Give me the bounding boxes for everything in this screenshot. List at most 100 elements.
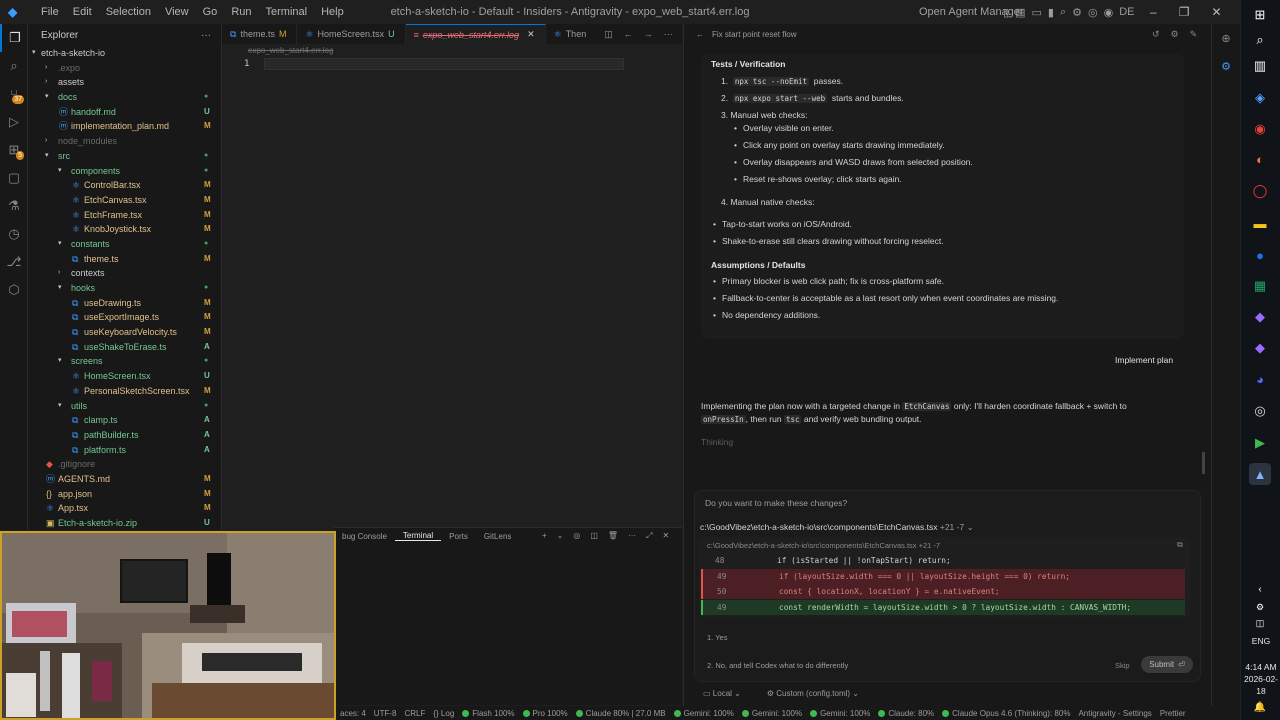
file-row[interactable]: ⧉ useExportImage.ts M <box>28 310 221 325</box>
run-debug-icon[interactable]: ▷ <box>0 108 28 136</box>
skip-button[interactable]: Skip <box>1115 661 1130 670</box>
option-no[interactable]: 2. No, and tell Codex what to do differe… <box>707 661 848 670</box>
file-row[interactable]: ⧉ theme.ts M <box>28 252 221 267</box>
gitlens-icon[interactable]: ⎇ <box>0 248 28 276</box>
close-icon[interactable]: ✕ <box>1211 5 1221 19</box>
layout-icon[interactable]: ▤ <box>1015 6 1025 19</box>
timeline-icon[interactable]: ◷ <box>0 220 28 248</box>
file-row[interactable]: ◆ .gitignore <box>28 457 221 472</box>
back-icon[interactable]: ← <box>696 30 704 39</box>
file-row[interactable]: ⚛ App.tsx M <box>28 501 221 516</box>
copilot-icon[interactable]: ◎ <box>1088 6 1098 19</box>
new-agent-icon[interactable]: ⊕ <box>1212 28 1240 48</box>
file-row[interactable]: ⓜ handoff.md U <box>28 105 221 120</box>
status-quota-flash[interactable]: Flash 100% <box>458 709 518 718</box>
changed-file-path[interactable]: c:\GoodVibez\etch-a-sketch-io\src\compon… <box>700 522 974 533</box>
file-row[interactable]: ⧉ useKeyboardVelocity.ts M <box>28 325 221 340</box>
file-row[interactable]: ⚛ PersonalSketchScreen.tsx M <box>28 384 221 399</box>
agent-icon[interactable]: ⚙ <box>1212 56 1240 76</box>
tab-expo-web-start4-log[interactable]: ≡ expo_web_start4.err.log ✕ <box>405 24 546 44</box>
file-row[interactable]: ⚛ KnobJoystick.tsx M <box>28 222 221 237</box>
tab-homescreen-tsx[interactable]: ⚛ HomeScreen.tsx U <box>297 24 406 44</box>
obsidian-2-icon[interactable]: ◆ <box>1249 337 1271 359</box>
file-row[interactable]: ⧉ platform.ts A <box>28 443 221 458</box>
file-row[interactable]: ⚛ ControlBar.tsx M <box>28 178 221 193</box>
config-selector[interactable]: ⚙ Custom (config.toml) ⌄ <box>767 689 859 698</box>
status-quota-claude[interactable]: Claude 80% | 27.0 MB <box>572 709 670 718</box>
status-gemini-2[interactable]: Gemini: 100% <box>738 709 806 718</box>
status-prettier[interactable]: Prettier <box>1156 709 1190 718</box>
tab-terminal[interactable]: Terminal <box>394 531 442 541</box>
folder-row[interactable]: ▾ components ● <box>28 164 221 179</box>
more-actions-icon[interactable]: ··· <box>664 29 673 39</box>
opera-icon[interactable]: ◯ <box>1249 180 1271 202</box>
option-yes[interactable]: 1. Yes <box>707 633 727 642</box>
status-claude[interactable]: Claude: 80% <box>874 709 938 718</box>
status-gemini-1[interactable]: Gemini: 100% <box>670 709 738 718</box>
file-row[interactable]: ⚛ EtchFrame.tsx M <box>28 208 221 223</box>
sheets-icon[interactable]: ▦ <box>1249 275 1271 297</box>
folder-row[interactable]: › assets <box>28 75 221 90</box>
clock[interactable]: 4:14 AM 2026-02-18 <box>1241 661 1280 697</box>
file-row[interactable]: ▣ Etch-a-sketch-io.zip U <box>28 516 221 531</box>
input-language[interactable]: ENG <box>1241 636 1280 646</box>
obs-icon[interactable]: ◎ <box>1249 400 1271 422</box>
copy-icon[interactable]: ⧉ <box>1177 540 1183 550</box>
status-claude-opus[interactable]: Claude Opus 4.6 (Thinking): 80% <box>938 709 1074 718</box>
settings-icon[interactable]: ⚙ <box>1072 6 1082 19</box>
file-row[interactable]: ⧉ pathBuilder.ts A <box>28 428 221 443</box>
restore-icon[interactable]: ❐ <box>1179 5 1190 19</box>
toggle-panel-icon[interactable]: ▭ <box>1031 6 1041 19</box>
tab-debug-console[interactable]: bug Console <box>334 532 395 541</box>
containers-icon[interactable]: ⬡ <box>0 276 28 304</box>
new-chat-icon[interactable]: ✎ <box>1190 29 1198 40</box>
file-row[interactable]: ⓜ implementation_plan.md M <box>28 119 221 134</box>
terminal-app-icon[interactable]: ▶ <box>1249 432 1271 454</box>
maps-icon[interactable]: ● <box>1249 244 1271 266</box>
trash-icon[interactable]: 🗑 <box>608 531 618 541</box>
history-icon[interactable]: ↺ <box>1152 29 1160 40</box>
extensions-icon[interactable]: ⊞ 5 <box>0 136 28 164</box>
submit-button[interactable]: Submit ⏎ <box>1141 656 1193 673</box>
chevron-down-icon[interactable]: ⌄ <box>557 531 564 541</box>
status-antigravity-settings[interactable]: Antigravity - Settings <box>1074 709 1155 718</box>
obsidian-icon[interactable]: ◆ <box>1249 306 1271 328</box>
account-icon[interactable]: ◉ <box>1104 6 1114 19</box>
maximize-panel-icon[interactable]: ⤢ <box>646 531 652 541</box>
file-row[interactable]: ⚛ HomeScreen.tsx U <box>28 369 221 384</box>
file-explorer-icon[interactable]: ▬ <box>1249 212 1271 234</box>
status-quota-pro[interactable]: Pro 100% <box>519 709 572 718</box>
file-row[interactable]: ⧉ useDrawing.ts M <box>28 296 221 311</box>
antigravity-app-icon[interactable]: ▲ <box>1249 463 1271 485</box>
tab-ports[interactable]: Ports <box>441 532 476 541</box>
search-icon[interactable]: ⌕ <box>1249 29 1271 51</box>
source-control-icon[interactable]: ⑂ 37 <box>0 80 28 108</box>
minimize-icon[interactable]: – <box>1150 5 1157 19</box>
tab-then[interactable]: ⚛ Then <box>546 24 597 44</box>
file-row[interactable]: {} app.json M <box>28 487 221 502</box>
split-editor-icon[interactable]: ◫ <box>604 29 613 40</box>
local-selector[interactable]: ▭ Local ⌄ <box>703 689 741 698</box>
folder-row[interactable]: ▾ src ● <box>28 149 221 164</box>
chrome-icon[interactable]: ◉ <box>1249 118 1271 140</box>
status-gemini-3[interactable]: Gemini: 100% <box>806 709 874 718</box>
user-initials[interactable]: DE <box>1119 6 1134 19</box>
search-icon[interactable]: ⌕ <box>1060 6 1066 19</box>
folder-row[interactable]: ▾ constants ● <box>28 237 221 252</box>
folder-row[interactable]: › .expo <box>28 61 221 76</box>
go-back-icon[interactable]: ← <box>624 29 633 39</box>
toggle-sidebar-icon[interactable]: ▯ <box>1003 6 1009 19</box>
split-terminal-icon[interactable]: ◫ <box>590 531 598 541</box>
file-row[interactable]: ⚛ EtchCanvas.tsx M <box>28 193 221 208</box>
scrollbar[interactable] <box>1202 452 1205 474</box>
tab-gitlens[interactable]: GitLens <box>476 532 520 541</box>
firefox-icon[interactable]: ◐ <box>1249 148 1271 170</box>
copilot-icon[interactable]: ◎ <box>573 531 580 541</box>
breadcrumb[interactable]: expo_web_start4.err.log <box>222 44 682 58</box>
folder-row[interactable]: › node_modules <box>28 134 221 149</box>
settings-icon[interactable]: ⚙ <box>1171 29 1179 40</box>
start-icon[interactable]: ⊞ <box>1249 4 1271 26</box>
tab-close-icon[interactable]: ✕ <box>527 29 535 40</box>
discord-icon[interactable]: ◕ <box>1249 368 1271 390</box>
status-language[interactable]: {} Log <box>429 709 458 718</box>
